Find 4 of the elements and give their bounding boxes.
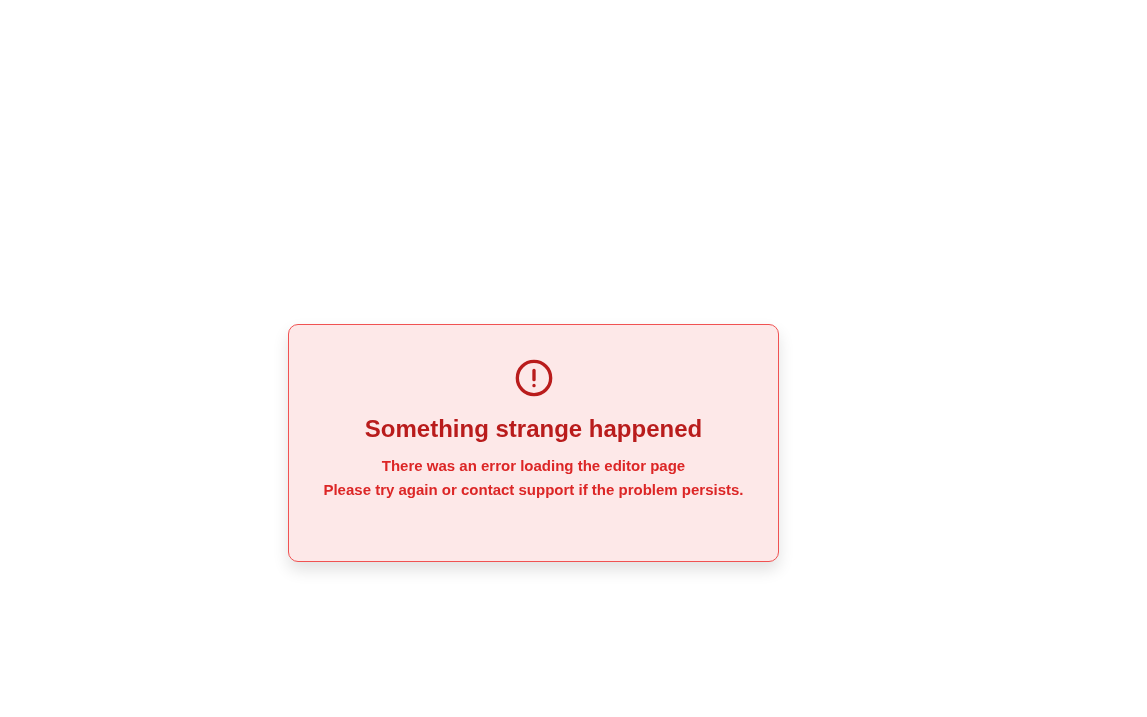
error-message: There was an error loading the editor page — [381, 456, 686, 476]
error-message: Please try again or contact support if the problem persists. — [323, 480, 744, 500]
alert-icon — [513, 358, 554, 398]
error-title: Something strange happened — [364, 414, 703, 444]
